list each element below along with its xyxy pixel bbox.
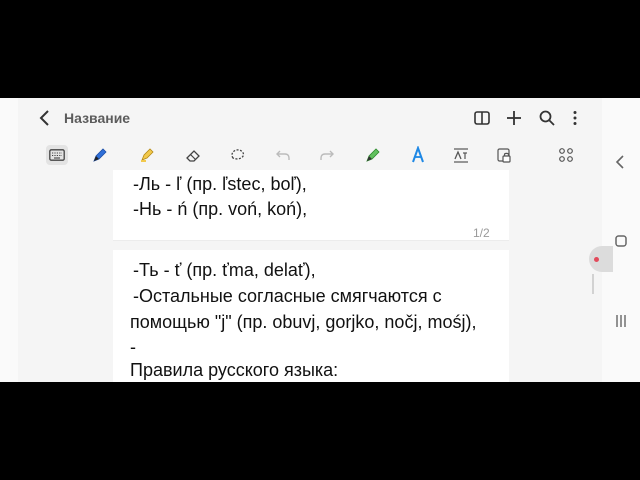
text-recognize-icon[interactable] — [451, 145, 471, 165]
text-style-icon[interactable] — [408, 145, 428, 165]
text-line: Правила русского языка: — [130, 360, 339, 380]
navigation-panel — [602, 98, 640, 382]
ai-pen-icon[interactable] — [363, 145, 383, 165]
lasso-icon[interactable] — [228, 145, 248, 165]
text-line: -Ть - ť (пр. ťma, delať), — [133, 260, 316, 280]
note-screen: Название -Ль - ľ (пр. ľstec, boľ), -Нь -… — [0, 98, 640, 382]
top-bar: Название — [18, 98, 602, 140]
text-line: помощью "j" (пр. obuvj, gorjko, nočj, mo… — [130, 312, 477, 332]
note-page-1[interactable]: -Ль - ľ (пр. ľstec, boľ), -Нь - ń (пр. v… — [113, 170, 509, 241]
note-page-2[interactable]: -Ть - ť (пр. ťma, delať), -Остальные сог… — [113, 250, 509, 382]
keyboard-icon[interactable] — [46, 145, 68, 165]
handle-dot-icon — [594, 257, 599, 262]
text-line: -Остальные согласные смягчаются с — [133, 286, 442, 306]
undo-icon[interactable] — [273, 145, 293, 165]
recents-icon[interactable] — [614, 234, 628, 248]
drawing-toolbar — [18, 141, 602, 169]
highlighter-icon[interactable] — [137, 145, 157, 165]
text-line: -Нь - ń (пр. voń, koń), — [133, 199, 308, 219]
redo-icon[interactable] — [317, 145, 337, 165]
more-vert-icon[interactable] — [565, 108, 585, 128]
plus-icon[interactable] — [504, 108, 524, 128]
search-icon[interactable] — [537, 108, 557, 128]
note-title[interactable]: Название — [64, 110, 130, 126]
chevron-left-icon[interactable] — [614, 154, 626, 170]
text-line: - — [130, 337, 136, 357]
side-handle[interactable] — [589, 246, 613, 272]
more-tools-icon[interactable] — [556, 145, 576, 165]
back-icon[interactable] — [38, 109, 52, 127]
scrollbar[interactable] — [592, 274, 594, 294]
book-icon[interactable] — [472, 108, 492, 128]
text-line: -Ль - ľ (пр. ľstec, boľ), — [133, 174, 307, 194]
lock-icon[interactable] — [494, 145, 514, 165]
menu-icon[interactable] — [615, 313, 627, 329]
pen-icon[interactable] — [90, 145, 110, 165]
eraser-icon[interactable] — [183, 145, 203, 165]
page-number: 1/2 — [473, 226, 490, 240]
